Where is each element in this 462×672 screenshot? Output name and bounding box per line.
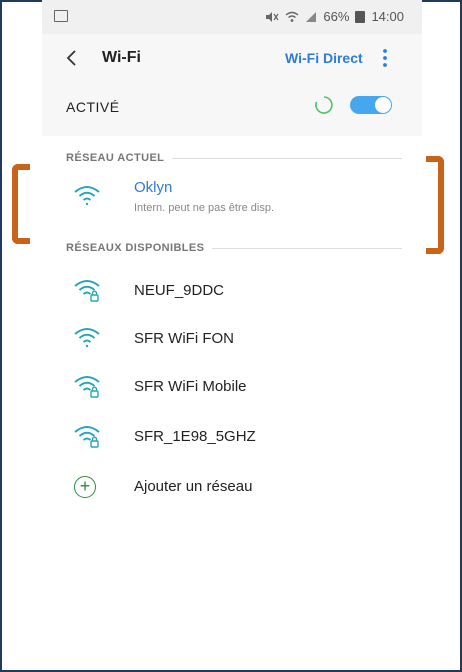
- divider: [212, 247, 402, 249]
- status-right: 66% 14:00: [265, 9, 404, 24]
- network-name: SFR WiFi Mobile: [134, 378, 247, 395]
- battery-percent: 66%: [323, 9, 350, 24]
- add-network-label: Ajouter un réseau: [134, 478, 253, 495]
- highlight-bracket-right: [426, 156, 444, 254]
- network-row-sfr-mobile[interactable]: SFR WiFi Mobile: [42, 364, 422, 410]
- divider: [172, 157, 402, 159]
- current-network-name: Oklyn: [134, 179, 173, 196]
- available-networks-header: RÉSEAUX DISPONIBLES: [66, 240, 402, 256]
- toolbar: Wi-Fi Wi-Fi Direct: [42, 34, 422, 84]
- signal-icon: [306, 11, 317, 22]
- wifi-toggle[interactable]: [350, 96, 392, 114]
- wifi-status-icon: [285, 11, 299, 22]
- current-network-status: Intern. peut ne pas être disp.: [134, 202, 275, 214]
- wifi-icon: [74, 186, 100, 206]
- wifi-master-label: ACTIVÉ: [66, 99, 120, 115]
- plus-circle-icon: +: [74, 476, 96, 498]
- phone-screen: 66% 14:00 Wi-Fi Wi-Fi Direct ACTIVÉ RÉSE…: [42, 0, 422, 670]
- back-arrow-icon[interactable]: [62, 48, 82, 68]
- network-row-sfr-5ghz[interactable]: SFR_1E98_5GHZ: [42, 414, 422, 460]
- wifi-icon: [74, 328, 100, 348]
- network-name: SFR_1E98_5GHZ: [134, 428, 256, 445]
- page-title: Wi-Fi: [102, 49, 141, 66]
- status-bar: 66% 14:00: [42, 0, 422, 34]
- wifi-lock-icon: [74, 280, 100, 302]
- mute-icon: [266, 11, 279, 22]
- more-vert-icon[interactable]: [382, 48, 388, 68]
- current-network-header: RÉSEAU ACTUEL: [66, 150, 402, 166]
- wifi-lock-icon: [74, 376, 100, 398]
- wifi-lock-icon: [74, 426, 100, 448]
- toggle-knob: [375, 97, 391, 113]
- battery-icon: [355, 10, 366, 23]
- current-network-row[interactable]: Oklyn Intern. peut ne pas être disp.: [42, 174, 422, 224]
- network-name: SFR WiFi FON: [134, 330, 234, 347]
- clock: 14:00: [371, 9, 404, 24]
- available-networks-title: RÉSEAUX DISPONIBLES: [66, 242, 205, 254]
- network-row-neuf[interactable]: NEUF_9DDC: [42, 268, 422, 314]
- network-row-sfr-fon[interactable]: SFR WiFi FON: [42, 316, 422, 362]
- scanning-spinner-icon: [315, 96, 333, 114]
- highlight-bracket-left: [12, 164, 30, 244]
- network-name: NEUF_9DDC: [134, 282, 225, 299]
- wifi-direct-button[interactable]: Wi-Fi Direct: [285, 50, 363, 66]
- gallery-notification-icon: [54, 10, 68, 22]
- add-network-row[interactable]: + Ajouter un réseau: [42, 464, 422, 510]
- current-network-title: RÉSEAU ACTUEL: [66, 152, 165, 164]
- wifi-master-row[interactable]: ACTIVÉ: [42, 84, 422, 128]
- network-list-card: RÉSEAU ACTUEL Oklyn Intern. peut ne pas …: [42, 136, 422, 670]
